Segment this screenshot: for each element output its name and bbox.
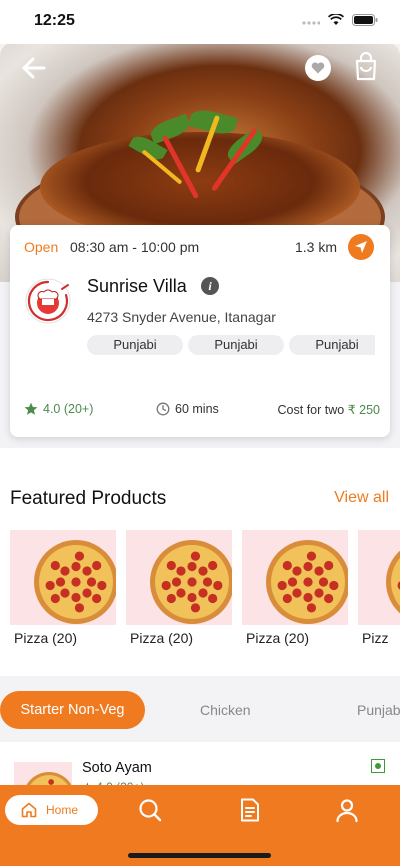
restaurant-rating: 4.0 (20+) bbox=[24, 402, 93, 416]
profile-icon bbox=[336, 799, 358, 823]
nav-profile[interactable] bbox=[334, 797, 360, 823]
featured-products-list: Pizza (20) Pizza (20) Pizza (20) Pizz bbox=[10, 530, 400, 656]
info-icon[interactable]: i bbox=[201, 277, 219, 295]
product-image bbox=[10, 530, 116, 625]
back-arrow-icon bbox=[22, 57, 46, 79]
opening-hours: 08:30 am - 10:00 pm bbox=[70, 239, 200, 255]
restaurant-name: Sunrise Villa bbox=[87, 276, 187, 296]
orders-icon bbox=[241, 798, 259, 822]
product-card[interactable]: Pizza (20) bbox=[126, 530, 232, 646]
rating-value: 4.0 (20+) bbox=[43, 402, 94, 416]
tab-chicken[interactable]: Chicken bbox=[200, 691, 251, 729]
status-icons bbox=[302, 14, 378, 26]
featured-products-title: Featured Products bbox=[10, 488, 167, 509]
nav-search[interactable] bbox=[137, 797, 163, 823]
product-name: Pizz bbox=[362, 630, 389, 646]
featured-products-section: Featured Products View all Pizza (20) Pi… bbox=[0, 448, 400, 676]
category-tabs: Starter Non-Veg Chicken Punjab bbox=[0, 686, 400, 736]
product-card[interactable]: Pizza (20) bbox=[242, 530, 348, 646]
cuisine-tag: Punjabi bbox=[188, 335, 284, 355]
heart-icon bbox=[311, 62, 325, 74]
distance: 1.3 km bbox=[294, 239, 337, 255]
product-image bbox=[242, 530, 348, 625]
star-icon bbox=[24, 402, 38, 415]
restaurant-info-card: Open 08:30 am - 10:00 pm 1.3 km Sunrise … bbox=[10, 225, 390, 437]
cart-button[interactable] bbox=[352, 51, 380, 82]
status-bar: 12:25 bbox=[0, 0, 400, 44]
navigate-button[interactable] bbox=[348, 234, 374, 260]
veg-icon bbox=[371, 759, 385, 773]
navigation-icon bbox=[355, 241, 367, 253]
cart-icon bbox=[355, 51, 377, 81]
product-image bbox=[358, 530, 400, 625]
delivery-time-value: 60 mins bbox=[175, 402, 219, 416]
nav-home-label: Home bbox=[46, 803, 79, 817]
cost-for-two: Cost for two ₹ 250 bbox=[278, 402, 380, 417]
product-name: Pizza (20) bbox=[130, 630, 194, 646]
product-name: Pizza (20) bbox=[14, 630, 78, 646]
product-card[interactable]: Pizz bbox=[358, 530, 400, 646]
restaurant-logo bbox=[24, 277, 72, 325]
menu-item-name: Soto Ayam bbox=[82, 760, 152, 776]
product-image bbox=[126, 530, 232, 625]
restaurant-address: 4273 Snyder Avenue, Itanagar bbox=[87, 309, 276, 325]
nav-orders[interactable] bbox=[237, 797, 263, 823]
search-icon bbox=[139, 799, 162, 822]
clock-icon bbox=[156, 402, 170, 416]
tab-starter-non-veg[interactable]: Starter Non-Veg bbox=[0, 691, 145, 729]
battery-icon bbox=[352, 14, 378, 26]
product-name: Pizza (20) bbox=[246, 630, 310, 646]
status-time: 12:25 bbox=[34, 12, 75, 29]
cuisine-tags: Punjabi Punjabi Punjabi bbox=[87, 335, 375, 357]
home-indicator bbox=[128, 853, 271, 858]
tab-punjabi[interactable]: Punjab bbox=[357, 691, 400, 729]
cost-label: Cost for two bbox=[277, 403, 345, 417]
signal-icon bbox=[302, 21, 320, 25]
back-button[interactable] bbox=[18, 52, 50, 84]
wifi-icon bbox=[328, 14, 344, 25]
product-card[interactable]: Pizza (20) bbox=[10, 530, 116, 646]
cuisine-tag: Punjabi bbox=[87, 335, 183, 355]
favorite-button[interactable] bbox=[305, 55, 331, 81]
delivery-time: 60 mins bbox=[156, 402, 219, 416]
open-status: Open bbox=[24, 239, 59, 255]
home-icon bbox=[21, 802, 37, 818]
nav-home[interactable]: Home bbox=[5, 795, 98, 825]
view-all-link[interactable]: View all bbox=[334, 489, 389, 507]
cost-price: ₹ 250 bbox=[347, 403, 380, 417]
bottom-navigation: Home bbox=[0, 785, 400, 866]
cuisine-tag: Punjabi bbox=[289, 335, 375, 355]
